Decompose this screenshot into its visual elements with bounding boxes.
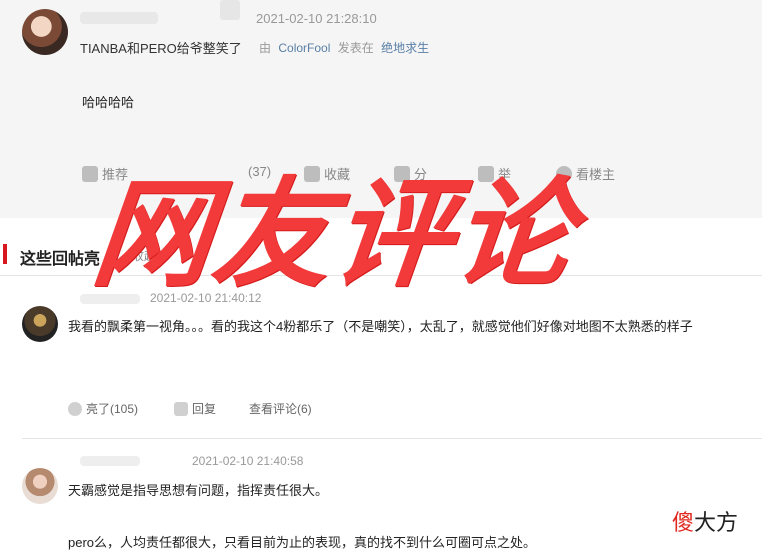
view-comments-link[interactable]: 查看评论(6): [249, 400, 312, 417]
comment-text-line-1: 天霸感觉是指导思想有问题，指挥责任很大。: [68, 483, 329, 498]
meta-posted: 发表在: [337, 41, 374, 55]
lightbulb-icon: [68, 401, 82, 416]
reply-label: 回复: [192, 402, 217, 416]
reply-arrow-icon: [174, 401, 188, 416]
comment-text-line-2: pero么，人均责任都很大，只看目前为止的表现，真的找不到什么可圈可点之处。: [68, 535, 537, 550]
like-label: 亮了(105): [86, 402, 139, 416]
section-accent-bar: [3, 244, 7, 264]
section-title: 这些回帖亮: [20, 251, 101, 268]
view-comments-label: 查看评论(6): [249, 402, 312, 416]
comment-avatar[interactable]: [22, 306, 58, 342]
meta-by: 由: [259, 41, 272, 55]
comment-username-blurred[interactable]: [80, 456, 140, 466]
thumbs-up-icon: [82, 165, 98, 182]
comment-time: 2021-02-10 21:40:58: [192, 454, 304, 468]
like-button[interactable]: 亮了(105): [68, 400, 138, 417]
meta-author-link[interactable]: ColorFool: [278, 41, 330, 55]
reply-button[interactable]: 回复: [174, 400, 216, 417]
comment-avatar[interactable]: [22, 468, 58, 504]
op-avatar[interactable]: [22, 9, 68, 55]
watermark-logo: 傻大方: [672, 505, 738, 537]
comment-text: 天霸感觉是指导思想有问题，指挥责任很大。 pero么，人均责任都很大，只看目前为…: [68, 478, 748, 556]
overlay-headline: 网友评论: [86, 165, 582, 303]
meta-forum-link[interactable]: 绝地求生: [381, 41, 429, 55]
comment-text: 我看的飘柔第一视角。。。看的我这个4粉都乐了（不是嘲笑），太乱了，就感觉他们好像…: [68, 319, 693, 334]
watermark-part-1: 傻: [672, 511, 695, 536]
post-content: 哈哈哈哈: [82, 95, 135, 110]
watermark-part-2: 大方: [694, 511, 739, 536]
post-meta: 由 ColorFool 发表在 绝地求生: [259, 39, 433, 56]
post-title: TIANBA和PERO给爷整笑了: [80, 41, 242, 56]
comment-divider: [22, 438, 762, 439]
post-time: 2021-02-10 21:28:10: [256, 11, 377, 26]
op-username-blurred[interactable]: [80, 12, 158, 24]
op-badge-blurred: [220, 0, 240, 20]
